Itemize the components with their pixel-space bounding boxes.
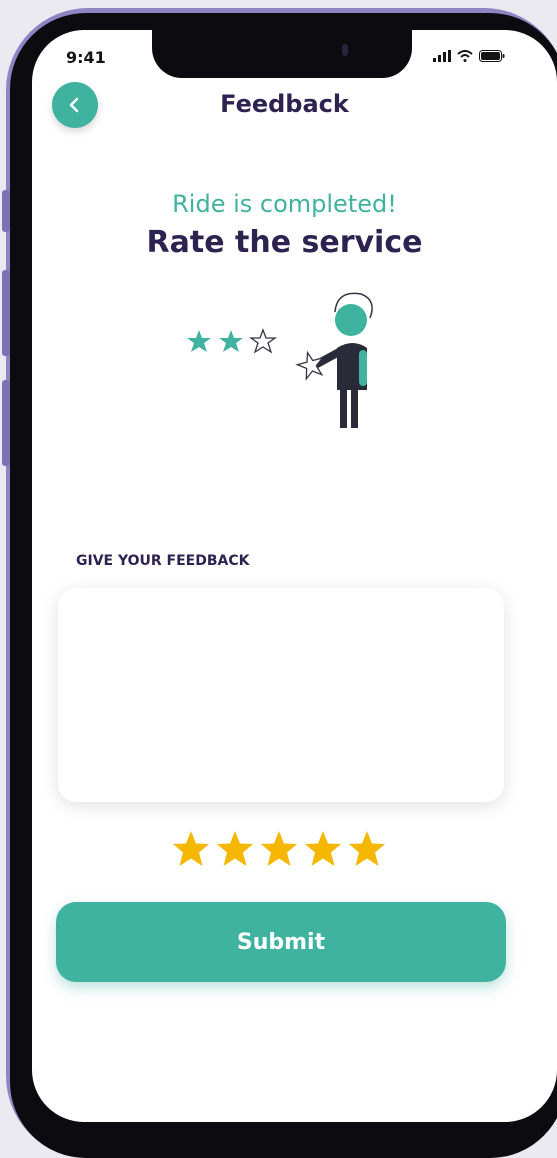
feedback-label: GIVE YOUR FEEDBACK: [76, 553, 250, 569]
illustration-star-outline: [248, 328, 278, 354]
ride-completed-subtitle: Ride is completed!: [172, 190, 397, 218]
illustration-star-filled-2: [219, 330, 243, 352]
phone-screen: 9:41 Feedback Ride is completed! Rate th…: [32, 30, 557, 1122]
star-icon[interactable]: [348, 830, 386, 868]
rate-service-title: Rate the service: [146, 225, 423, 260]
wifi-icon: [457, 50, 473, 62]
side-button-mute: [2, 190, 10, 232]
status-icons: [433, 50, 505, 62]
camera-icon: [342, 44, 348, 56]
rating-stars: [172, 830, 386, 868]
battery-icon: [479, 50, 505, 62]
illustration-star-filled-1: [187, 330, 211, 352]
star-icon[interactable]: [304, 830, 342, 868]
page-title: Feedback: [220, 90, 349, 118]
star-icon[interactable]: [260, 830, 298, 868]
star-icon[interactable]: [172, 830, 210, 868]
feedback-input[interactable]: [58, 588, 504, 802]
submit-button[interactable]: Submit: [56, 902, 506, 982]
person-holding-star-icon: [187, 292, 373, 428]
side-button-volume-down: [2, 380, 10, 466]
status-time: 9:41: [66, 48, 106, 67]
cellular-signal-icon: [433, 50, 451, 62]
notch: [152, 30, 412, 78]
side-button-volume-up: [2, 270, 10, 356]
star-icon[interactable]: [216, 830, 254, 868]
